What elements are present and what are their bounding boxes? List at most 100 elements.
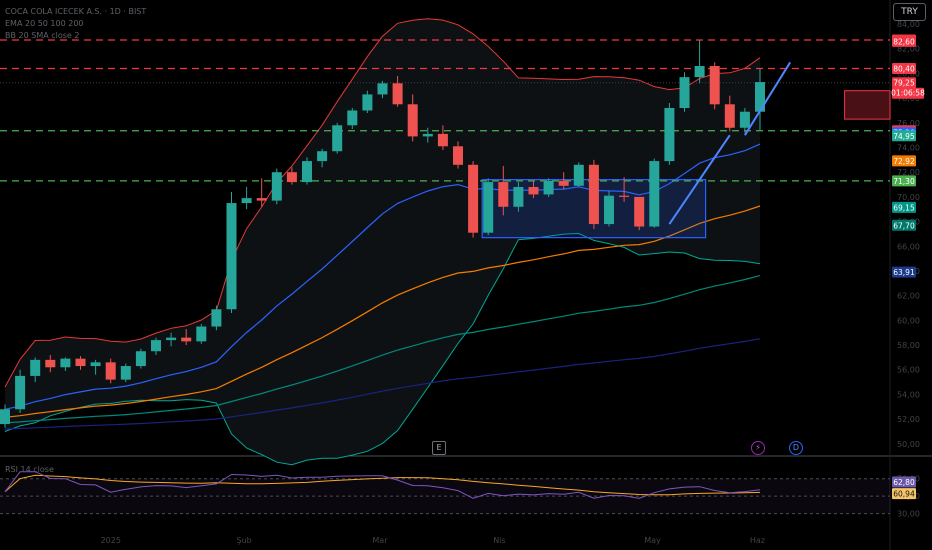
candle <box>634 196 645 231</box>
y-tick-label: 84,00 <box>897 20 920 29</box>
candle-body <box>528 187 539 195</box>
candle <box>226 191 237 313</box>
candle-body <box>0 409 10 425</box>
y-tick-label: 58,00 <box>897 341 920 350</box>
candle-body <box>90 362 101 367</box>
earnings-event-icon[interactable]: E <box>432 441 446 455</box>
candle <box>332 122 343 154</box>
x-tick-label: 2025 <box>101 536 121 545</box>
candle-body <box>105 362 116 380</box>
x-tick-label: Nis <box>493 536 505 545</box>
price-label: 63,91 <box>892 266 916 278</box>
price-label: 71,30 <box>892 175 916 187</box>
y-tick-label: 62,00 <box>897 292 920 301</box>
dividend-event-icon[interactable]: D <box>789 441 803 455</box>
price-label-text: 63,91 <box>893 268 915 277</box>
price-label: 79,25 <box>892 77 916 89</box>
candle-body <box>30 359 41 376</box>
candle <box>649 158 660 228</box>
x-tick-label: May <box>644 536 661 545</box>
price-label: 69,15 <box>892 201 916 213</box>
candle-body <box>453 146 463 165</box>
candle-body <box>468 164 479 233</box>
price-label-text: 72,92 <box>893 157 915 166</box>
y-tick-label: 50,00 <box>897 440 920 449</box>
candle-body <box>271 172 282 201</box>
candle <box>302 157 312 185</box>
candle-body <box>634 196 645 227</box>
candle-body <box>45 359 56 368</box>
price-label-text: 79,25 <box>893 79 915 88</box>
candle <box>604 190 614 227</box>
candle-body <box>755 82 765 112</box>
candle <box>15 369 26 413</box>
candle <box>588 159 599 229</box>
y-tick-label: 66,00 <box>897 242 920 251</box>
candle <box>679 72 690 112</box>
candle-body <box>120 366 131 380</box>
candle-body <box>619 195 630 197</box>
price-chart[interactable]: 84,0082,0080,0078,0076,0074,0072,0070,00… <box>0 0 932 550</box>
candle <box>196 324 207 344</box>
y-tick-label: 54,00 <box>897 390 920 399</box>
candle-body <box>211 309 222 327</box>
candle <box>135 348 146 369</box>
price-label: 82,60 <box>892 35 916 47</box>
candle-body <box>679 77 690 109</box>
candle-body <box>513 187 524 207</box>
candle-body <box>392 83 403 105</box>
symbol-legend: COCA COLA ICECEK A.S. · 1D · BIST <box>5 7 147 16</box>
rsi-value-label: 60,94 <box>892 488 916 500</box>
candle-body <box>196 326 207 342</box>
candle-body <box>573 164 584 186</box>
candle-body <box>649 161 660 227</box>
price-label-text: 69,15 <box>893 203 915 212</box>
currency-selector[interactable]: TRY <box>893 3 926 21</box>
rsi-value-label: 62,80 <box>892 476 916 488</box>
candle <box>483 178 494 236</box>
candle <box>694 40 705 84</box>
candle-body <box>256 198 267 201</box>
price-label-text: 71,30 <box>893 177 915 186</box>
candle-body <box>135 351 146 367</box>
candle-body <box>241 198 252 204</box>
price-label: 72,92 <box>892 155 916 167</box>
rsi-tick-label: 30,00 <box>897 510 920 519</box>
dividend-lightning-icon[interactable]: ⚡ <box>751 441 765 455</box>
candle-body <box>15 375 26 410</box>
candle-body <box>664 108 675 162</box>
price-label-text: 74,95 <box>893 132 915 141</box>
candle <box>105 358 116 384</box>
candle-body <box>60 358 71 368</box>
candle <box>664 103 675 165</box>
y-tick-label: 60,00 <box>897 316 920 325</box>
candle-body <box>437 133 448 147</box>
candle-body <box>75 358 86 367</box>
candle-body <box>347 110 358 126</box>
rsi-legend: RSI 14 close <box>5 465 54 474</box>
rsi-value-text: 62,80 <box>893 478 915 487</box>
x-tick-label: Haz <box>750 536 765 545</box>
candle-body <box>422 133 433 137</box>
candle-body <box>362 94 373 111</box>
candle-body <box>181 337 192 342</box>
x-tick-label: Şub <box>237 536 252 545</box>
ema-legend: EMA 20 50 100 200 <box>5 19 84 28</box>
candle-body <box>151 340 161 352</box>
candle-body <box>709 66 720 105</box>
candle-body <box>724 104 735 128</box>
countdown-text: 01:06:58 <box>891 89 925 98</box>
candle-body <box>332 125 343 152</box>
candle <box>543 178 554 197</box>
y-tick-label: 52,00 <box>897 415 920 424</box>
candle-body <box>498 182 509 207</box>
candle-body <box>226 203 237 310</box>
x-tick-label: Mar <box>372 536 388 545</box>
candle <box>120 363 131 383</box>
price-label: 80,40 <box>892 62 916 74</box>
price-label-text: 80,40 <box>893 64 915 73</box>
candle <box>709 62 720 110</box>
y-tick-label: 70,00 <box>897 193 920 202</box>
candle-body <box>286 172 297 183</box>
candle <box>271 168 282 205</box>
